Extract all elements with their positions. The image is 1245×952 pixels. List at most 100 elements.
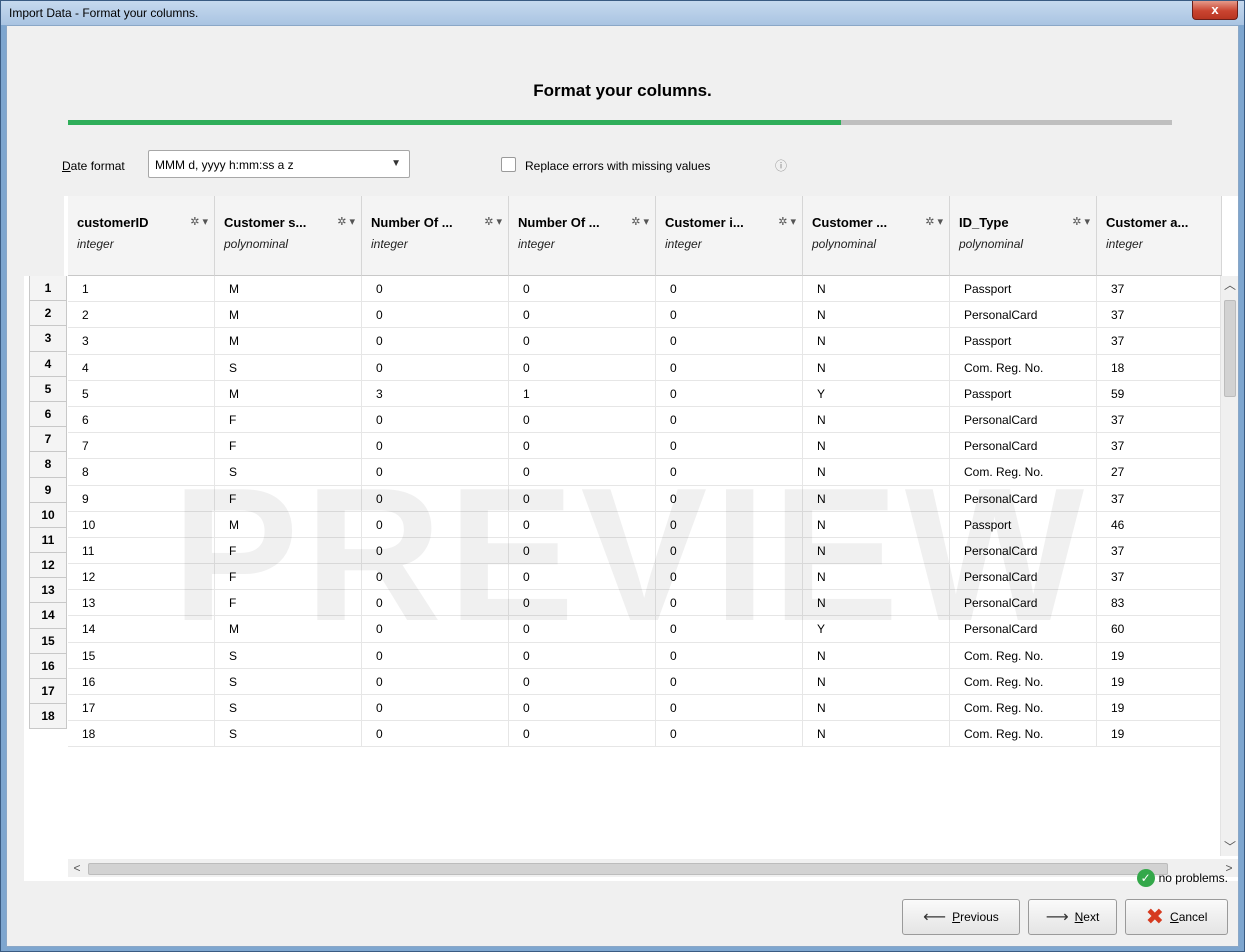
- column-header[interactable]: Number Of ... integer ✲ ▾: [509, 196, 656, 276]
- column-menu[interactable]: ✲ ▾: [1072, 215, 1090, 228]
- row-number: 18: [29, 704, 67, 730]
- table-cell: F: [215, 590, 362, 617]
- row-number-column: 1 2 3 4 5 6 7 8 9 10 11 12 13 14 15 16 17 18: [24, 276, 67, 730]
- column-name: Number Of ...: [518, 215, 600, 230]
- info-icon[interactable]: ⓘ: [775, 157, 787, 174]
- scroll-down-icon[interactable]: ﹀: [1221, 838, 1238, 856]
- chevron-down-icon[interactable]: ▾: [202, 216, 208, 228]
- column-header[interactable]: Number Of ... integer ✲ ▾: [362, 196, 509, 276]
- table-cell: 60: [1097, 616, 1220, 642]
- table-cell: 19: [1097, 695, 1220, 721]
- table-row[interactable]: 17 S 0 0 0 N Com. Reg. No. 19: [68, 695, 1220, 722]
- table-row[interactable]: 18 S 0 0 0 N Com. Reg. No. 19: [68, 721, 1220, 748]
- vertical-scroll-thumb[interactable]: [1224, 300, 1236, 397]
- gear-icon[interactable]: ✲: [778, 216, 787, 228]
- scroll-up-icon[interactable]: ︿: [1221, 276, 1238, 294]
- table-row[interactable]: 11 F 0 0 0 N PersonalCard 37: [68, 537, 1220, 565]
- gear-icon[interactable]: ✲: [1072, 216, 1081, 228]
- table-cell: 1: [68, 276, 215, 302]
- chevron-down-icon[interactable]: ▾: [643, 216, 649, 228]
- column-header[interactable]: ID_Type polynominal ✲ ▾: [950, 196, 1097, 276]
- table-cell: N: [803, 406, 950, 433]
- column-header[interactable]: customerID integer ✲ ▾: [68, 196, 215, 276]
- column-type: polynominal: [224, 237, 289, 251]
- table-row[interactable]: 9 F 0 0 0 N PersonalCard 37: [68, 485, 1220, 512]
- table-row[interactable]: 14 M 0 0 0 Y PersonalCard 60: [68, 616, 1220, 643]
- table-cell: 37: [1097, 328, 1220, 354]
- previous-button[interactable]: ⟵ Previous: [902, 899, 1020, 935]
- column-menu[interactable]: ✲ ▾: [778, 215, 796, 228]
- table-row[interactable]: 1 M 0 0 0 N Passport 37: [68, 276, 1220, 303]
- column-header[interactable]: Customer s... polynominal ✲ ▾: [215, 196, 362, 276]
- close-button[interactable]: x: [1192, 1, 1238, 20]
- gear-icon[interactable]: ✲: [337, 216, 346, 228]
- table-row[interactable]: 10 M 0 0 0 N Passport 46: [68, 511, 1220, 538]
- title-bar[interactable]: Import Data - Format your columns. x: [1, 1, 1244, 25]
- table-row[interactable]: 6 F 0 0 0 N PersonalCard 37: [68, 406, 1220, 434]
- table-cell: PersonalCard: [950, 590, 1097, 617]
- table-cell: 0: [656, 511, 803, 538]
- table-row[interactable]: 2 M 0 0 0 N PersonalCard 37: [68, 302, 1220, 329]
- table-cell: 13: [68, 590, 215, 617]
- replace-errors-checkbox[interactable]: [501, 157, 516, 172]
- horizontal-scroll-thumb[interactable]: [88, 863, 1168, 875]
- table-cell: 14: [68, 616, 215, 643]
- gear-icon[interactable]: ✲: [190, 216, 199, 228]
- table-cell: Passport: [950, 380, 1097, 407]
- table-cell: 0: [656, 302, 803, 329]
- table-row[interactable]: 5 M 3 1 0 Y Passport 59: [68, 380, 1220, 407]
- next-button[interactable]: ⟶ Next: [1028, 899, 1117, 935]
- scroll-left-icon[interactable]: <: [68, 859, 86, 877]
- column-menu[interactable]: ✲ ▾: [190, 215, 208, 228]
- row-number: 13: [29, 578, 67, 604]
- table-cell: S: [215, 642, 362, 669]
- table-row[interactable]: 8 S 0 0 0 N Com. Reg. No. 27: [68, 459, 1220, 486]
- column-name: ID_Type: [959, 215, 1009, 230]
- date-format-select[interactable]: MMM d, yyyy h:mm:ss a z ▼: [148, 150, 410, 178]
- table-row[interactable]: 16 S 0 0 0 N Com. Reg. No. 19: [68, 668, 1220, 695]
- table-row[interactable]: 13 F 0 0 0 N PersonalCard 83: [68, 590, 1220, 617]
- table-body: 1 M 0 0 0 N Passport 37 2 M 0 0 0 N PersonalCard 37 3 M 0 0…: [68, 276, 1220, 836]
- previous-label: Previous: [952, 910, 999, 924]
- table-row[interactable]: 12 F 0 0 0 N PersonalCard 37: [68, 564, 1220, 591]
- column-header[interactable]: Customer a... integer: [1097, 196, 1222, 276]
- table-cell: 0: [362, 302, 509, 329]
- table-cell: 37: [1097, 302, 1220, 328]
- table-cell: Com. Reg. No.: [950, 354, 1097, 381]
- check-circle-icon: ✓: [1136, 869, 1155, 887]
- cancel-button[interactable]: ✖ Cancel: [1125, 899, 1228, 935]
- gear-icon[interactable]: ✲: [925, 216, 934, 228]
- arrow-right-icon: ⟶: [1045, 909, 1069, 926]
- chevron-down-icon[interactable]: ▾: [496, 216, 502, 228]
- row-number: 5: [29, 376, 67, 402]
- column-header[interactable]: Customer ... polynominal ✲ ▾: [803, 196, 950, 276]
- horizontal-scrollbar[interactable]: < >: [68, 859, 1238, 877]
- wizard-progress-fill: [68, 120, 841, 125]
- table-cell: 0: [656, 354, 803, 381]
- column-menu[interactable]: ✲ ▾: [925, 215, 943, 228]
- table-cell: PersonalCard: [950, 433, 1097, 460]
- chevron-down-icon[interactable]: ▾: [1084, 216, 1090, 228]
- gear-icon[interactable]: ✲: [631, 216, 640, 228]
- header-corner: [24, 196, 64, 276]
- column-menu[interactable]: ✲ ▾: [484, 215, 502, 228]
- chevron-down-icon[interactable]: ▾: [790, 216, 796, 228]
- table-row[interactable]: 7 F 0 0 0 N PersonalCard 37: [68, 433, 1220, 460]
- table-row[interactable]: 15 S 0 0 0 N Com. Reg. No. 19: [68, 642, 1220, 669]
- chevron-down-icon[interactable]: ▾: [349, 216, 355, 228]
- table-cell: N: [803, 668, 950, 695]
- replace-errors-label[interactable]: Replace errors with missing values: [525, 159, 710, 173]
- preview-table: customerID integer ✲ ▾ Customer s... polynom…: [24, 196, 1238, 881]
- column-header[interactable]: Customer i... integer ✲ ▾: [656, 196, 803, 276]
- gear-icon[interactable]: ✲: [484, 216, 493, 228]
- table-row[interactable]: 3 M 0 0 0 N Passport 37: [68, 328, 1220, 355]
- table-cell: 9: [68, 485, 215, 512]
- table-cell: 11: [68, 537, 215, 564]
- chevron-down-icon[interactable]: ▾: [937, 216, 943, 228]
- vertical-scrollbar[interactable]: ︿ ﹀: [1220, 276, 1238, 856]
- column-menu[interactable]: ✲ ▾: [631, 215, 649, 228]
- table-cell: 37: [1097, 564, 1220, 590]
- table-cell: PersonalCard: [950, 616, 1097, 643]
- column-menu[interactable]: ✲ ▾: [337, 215, 355, 228]
- table-row[interactable]: 4 S 0 0 0 N Com. Reg. No. 18: [68, 354, 1220, 381]
